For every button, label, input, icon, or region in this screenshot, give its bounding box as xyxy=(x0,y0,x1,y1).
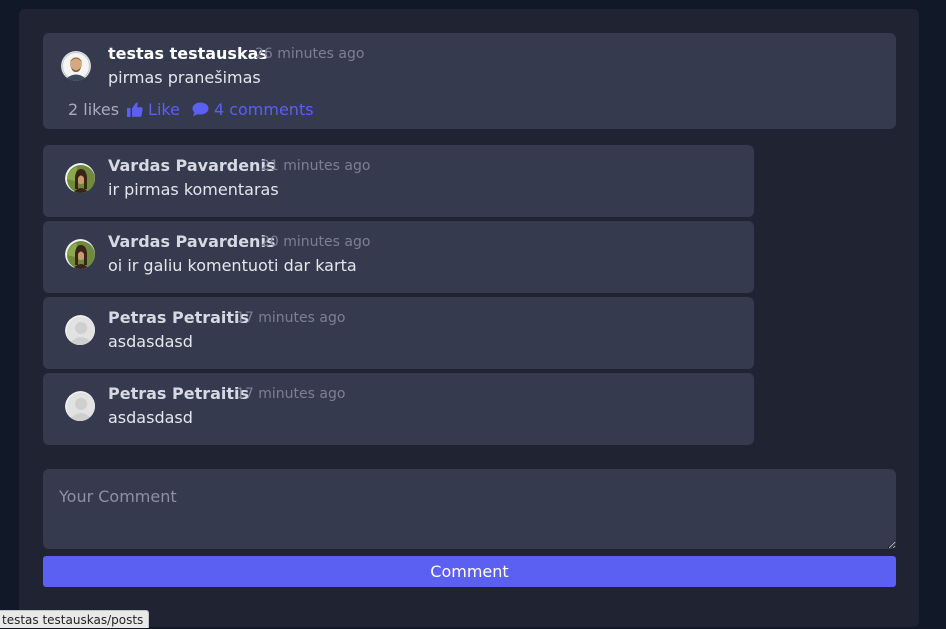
like-button[interactable]: Like xyxy=(127,100,180,119)
comment-text: asdasdasd xyxy=(108,332,193,351)
comment-bubble-icon xyxy=(192,102,209,116)
commenter-avatar[interactable] xyxy=(65,391,95,421)
comment-submit-button[interactable]: Comment xyxy=(43,556,896,587)
comment-timestamp: 20 minutes ago xyxy=(261,234,371,250)
post-text: pirmas pranešimas xyxy=(108,68,261,87)
post-timestamp: 26 minutes ago xyxy=(255,46,365,62)
comments-count-label: 4 comments xyxy=(213,99,314,119)
post-author-name[interactable]: testas testauskas xyxy=(108,44,268,63)
comment-card: Vardas Pavardenis 20 minutes ago oi ir g… xyxy=(43,221,754,293)
likes-count: 2 likes xyxy=(68,99,120,119)
post-actions: 2 likes Like 4 comments xyxy=(68,99,314,119)
commenter-avatar[interactable] xyxy=(65,239,95,269)
comment-card: Petras Petraitis 17 minutes ago asdasdas… xyxy=(43,373,754,445)
comments-toggle-button[interactable]: 4 comments xyxy=(192,100,314,119)
like-button-label: Like xyxy=(148,99,180,119)
post-card: testas testauskas 26 minutes ago pirmas … xyxy=(43,33,896,129)
commenter-name[interactable]: Petras Petraitis xyxy=(108,384,249,403)
comment-text: oi ir galiu komentuoti dar karta xyxy=(108,256,357,275)
link-preview-status-bar: testas testauskas/posts xyxy=(0,610,150,628)
commenter-name[interactable]: Petras Petraitis xyxy=(108,308,249,327)
comment-timestamp: 17 minutes ago xyxy=(236,310,346,326)
comment-card: Vardas Pavardenis 21 minutes ago ir pirm… xyxy=(43,145,754,217)
commenter-name[interactable]: Vardas Pavardenis xyxy=(108,156,275,175)
comment-text: ir pirmas komentaras xyxy=(108,180,279,199)
comment-text: asdasdasd xyxy=(108,408,193,427)
comment-input[interactable] xyxy=(43,469,896,549)
commenter-avatar[interactable] xyxy=(65,163,95,193)
comment-card: Petras Petraitis 17 minutes ago asdasdas… xyxy=(43,297,754,369)
comment-timestamp: 17 minutes ago xyxy=(236,386,346,402)
commenter-avatar[interactable] xyxy=(65,315,95,345)
thumbs-up-icon xyxy=(127,102,143,117)
comment-timestamp: 21 minutes ago xyxy=(261,158,371,174)
post-author-avatar[interactable] xyxy=(61,51,91,81)
commenter-name[interactable]: Vardas Pavardenis xyxy=(108,232,275,251)
